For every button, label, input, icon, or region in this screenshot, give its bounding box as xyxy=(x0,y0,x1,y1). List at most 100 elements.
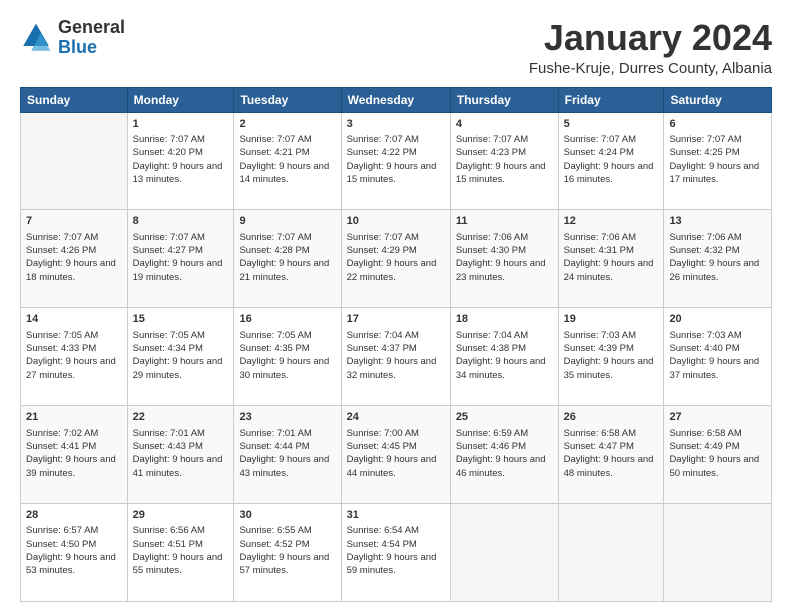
daylight-text: Daylight: 9 hours and 29 minutes. xyxy=(133,355,229,382)
sunrise-text: Sunrise: 7:07 AM xyxy=(133,133,229,146)
sunrise-text: Sunrise: 7:07 AM xyxy=(669,133,766,146)
sunset-text: Sunset: 4:32 PM xyxy=(669,244,766,257)
day-number: 21 xyxy=(26,410,122,425)
day-number: 4 xyxy=(456,117,553,132)
calendar-cell: 1Sunrise: 7:07 AMSunset: 4:20 PMDaylight… xyxy=(127,112,234,210)
sunrise-text: Sunrise: 7:06 AM xyxy=(669,231,766,244)
calendar-cell: 9Sunrise: 7:07 AMSunset: 4:28 PMDaylight… xyxy=(234,210,341,308)
calendar-cell: 21Sunrise: 7:02 AMSunset: 4:41 PMDayligh… xyxy=(21,406,128,504)
sunset-text: Sunset: 4:30 PM xyxy=(456,244,553,257)
day-number: 22 xyxy=(133,410,229,425)
sunset-text: Sunset: 4:35 PM xyxy=(239,342,335,355)
sunset-text: Sunset: 4:26 PM xyxy=(26,244,122,257)
day-number: 12 xyxy=(564,214,659,229)
day-number: 14 xyxy=(26,312,122,327)
sunrise-text: Sunrise: 7:01 AM xyxy=(133,427,229,440)
logo-icon xyxy=(20,22,52,54)
logo-blue: Blue xyxy=(58,37,97,57)
calendar-cell: 2Sunrise: 7:07 AMSunset: 4:21 PMDaylight… xyxy=(234,112,341,210)
sunset-text: Sunset: 4:52 PM xyxy=(239,538,335,551)
sunset-text: Sunset: 4:34 PM xyxy=(133,342,229,355)
sunrise-text: Sunrise: 7:07 AM xyxy=(26,231,122,244)
daylight-text: Daylight: 9 hours and 39 minutes. xyxy=(26,453,122,480)
calendar-cell: 4Sunrise: 7:07 AMSunset: 4:23 PMDaylight… xyxy=(450,112,558,210)
day-number: 11 xyxy=(456,214,553,229)
daylight-text: Daylight: 9 hours and 55 minutes. xyxy=(133,551,229,578)
sunrise-text: Sunrise: 7:07 AM xyxy=(347,231,445,244)
daylight-text: Daylight: 9 hours and 19 minutes. xyxy=(133,257,229,284)
location-title: Fushe-Kruje, Durres County, Albania xyxy=(529,60,772,77)
daylight-text: Daylight: 9 hours and 41 minutes. xyxy=(133,453,229,480)
sunset-text: Sunset: 4:25 PM xyxy=(669,146,766,159)
sunrise-text: Sunrise: 7:00 AM xyxy=(347,427,445,440)
sunset-text: Sunset: 4:49 PM xyxy=(669,440,766,453)
calendar-cell: 8Sunrise: 7:07 AMSunset: 4:27 PMDaylight… xyxy=(127,210,234,308)
calendar-cell: 28Sunrise: 6:57 AMSunset: 4:50 PMDayligh… xyxy=(21,504,128,602)
calendar-cell xyxy=(664,504,772,602)
daylight-text: Daylight: 9 hours and 15 minutes. xyxy=(347,160,445,187)
day-number: 15 xyxy=(133,312,229,327)
sunrise-text: Sunrise: 7:06 AM xyxy=(456,231,553,244)
day-number: 13 xyxy=(669,214,766,229)
sunset-text: Sunset: 4:39 PM xyxy=(564,342,659,355)
sunrise-text: Sunrise: 7:06 AM xyxy=(564,231,659,244)
calendar-cell: 18Sunrise: 7:04 AMSunset: 4:38 PMDayligh… xyxy=(450,308,558,406)
calendar-week-row: 7Sunrise: 7:07 AMSunset: 4:26 PMDaylight… xyxy=(21,210,772,308)
day-number: 24 xyxy=(347,410,445,425)
sunset-text: Sunset: 4:22 PM xyxy=(347,146,445,159)
calendar-cell: 12Sunrise: 7:06 AMSunset: 4:31 PMDayligh… xyxy=(558,210,664,308)
calendar-cell: 22 Sunrise: 7:01 AMSunset: 4:43 PMDayligh… xyxy=(127,406,234,504)
day-number: 5 xyxy=(564,117,659,132)
sunrise-text: Sunrise: 7:02 AM xyxy=(26,427,122,440)
month-title: January 2024 xyxy=(529,18,772,58)
calendar-cell: 31Sunrise: 6:54 AMSunset: 4:54 PMDayligh… xyxy=(341,504,450,602)
day-number: 9 xyxy=(239,214,335,229)
daylight-text: Daylight: 9 hours and 32 minutes. xyxy=(347,355,445,382)
day-number: 29 xyxy=(133,508,229,523)
calendar-week-row: 14Sunrise: 7:05 AMSunset: 4:33 PMDayligh… xyxy=(21,308,772,406)
daylight-text: Daylight: 9 hours and 22 minutes. xyxy=(347,257,445,284)
daylight-text: Daylight: 9 hours and 14 minutes. xyxy=(239,160,335,187)
sunset-text: Sunset: 4:29 PM xyxy=(347,244,445,257)
daylight-text: Daylight: 9 hours and 13 minutes. xyxy=(133,160,229,187)
sunrise-text: Sunrise: 6:57 AM xyxy=(26,524,122,537)
sunset-text: Sunset: 4:43 PM xyxy=(133,440,229,453)
day-number: 25 xyxy=(456,410,553,425)
sunset-text: Sunset: 4:27 PM xyxy=(133,244,229,257)
calendar-cell: 23Sunrise: 7:01 AMSunset: 4:44 PMDayligh… xyxy=(234,406,341,504)
daylight-text: Daylight: 9 hours and 46 minutes. xyxy=(456,453,553,480)
sunset-text: Sunset: 4:51 PM xyxy=(133,538,229,551)
calendar-cell xyxy=(450,504,558,602)
sunset-text: Sunset: 4:50 PM xyxy=(26,538,122,551)
calendar-cell: 19Sunrise: 7:03 AMSunset: 4:39 PMDayligh… xyxy=(558,308,664,406)
sunrise-text: Sunrise: 7:05 AM xyxy=(239,329,335,342)
sunset-text: Sunset: 4:45 PM xyxy=(347,440,445,453)
daylight-text: Daylight: 9 hours and 18 minutes. xyxy=(26,257,122,284)
col-friday: Friday xyxy=(558,87,664,112)
sunrise-text: Sunrise: 7:07 AM xyxy=(239,231,335,244)
day-number: 17 xyxy=(347,312,445,327)
col-sunday: Sunday xyxy=(21,87,128,112)
calendar-cell: 27Sunrise: 6:58 AMSunset: 4:49 PMDayligh… xyxy=(664,406,772,504)
sunset-text: Sunset: 4:54 PM xyxy=(347,538,445,551)
day-number: 7 xyxy=(26,214,122,229)
calendar-cell: 6Sunrise: 7:07 AMSunset: 4:25 PMDaylight… xyxy=(664,112,772,210)
calendar-cell: 13Sunrise: 7:06 AMSunset: 4:32 PMDayligh… xyxy=(664,210,772,308)
calendar-week-row: 28Sunrise: 6:57 AMSunset: 4:50 PMDayligh… xyxy=(21,504,772,602)
title-block: January 2024 Fushe-Kruje, Durres County,… xyxy=(529,18,772,77)
col-wednesday: Wednesday xyxy=(341,87,450,112)
col-saturday: Saturday xyxy=(664,87,772,112)
day-number: 1 xyxy=(133,117,229,132)
calendar-week-row: 21Sunrise: 7:02 AMSunset: 4:41 PMDayligh… xyxy=(21,406,772,504)
day-number: 26 xyxy=(564,410,659,425)
daylight-text: Daylight: 9 hours and 59 minutes. xyxy=(347,551,445,578)
calendar-cell: 17Sunrise: 7:04 AMSunset: 4:37 PMDayligh… xyxy=(341,308,450,406)
day-number: 3 xyxy=(347,117,445,132)
sunrise-text: Sunrise: 7:01 AM xyxy=(239,427,335,440)
daylight-text: Daylight: 9 hours and 53 minutes. xyxy=(26,551,122,578)
daylight-text: Daylight: 9 hours and 17 minutes. xyxy=(669,160,766,187)
daylight-text: Daylight: 9 hours and 23 minutes. xyxy=(456,257,553,284)
sunset-text: Sunset: 4:37 PM xyxy=(347,342,445,355)
daylight-text: Daylight: 9 hours and 43 minutes. xyxy=(239,453,335,480)
calendar-cell: 20Sunrise: 7:03 AMSunset: 4:40 PMDayligh… xyxy=(664,308,772,406)
